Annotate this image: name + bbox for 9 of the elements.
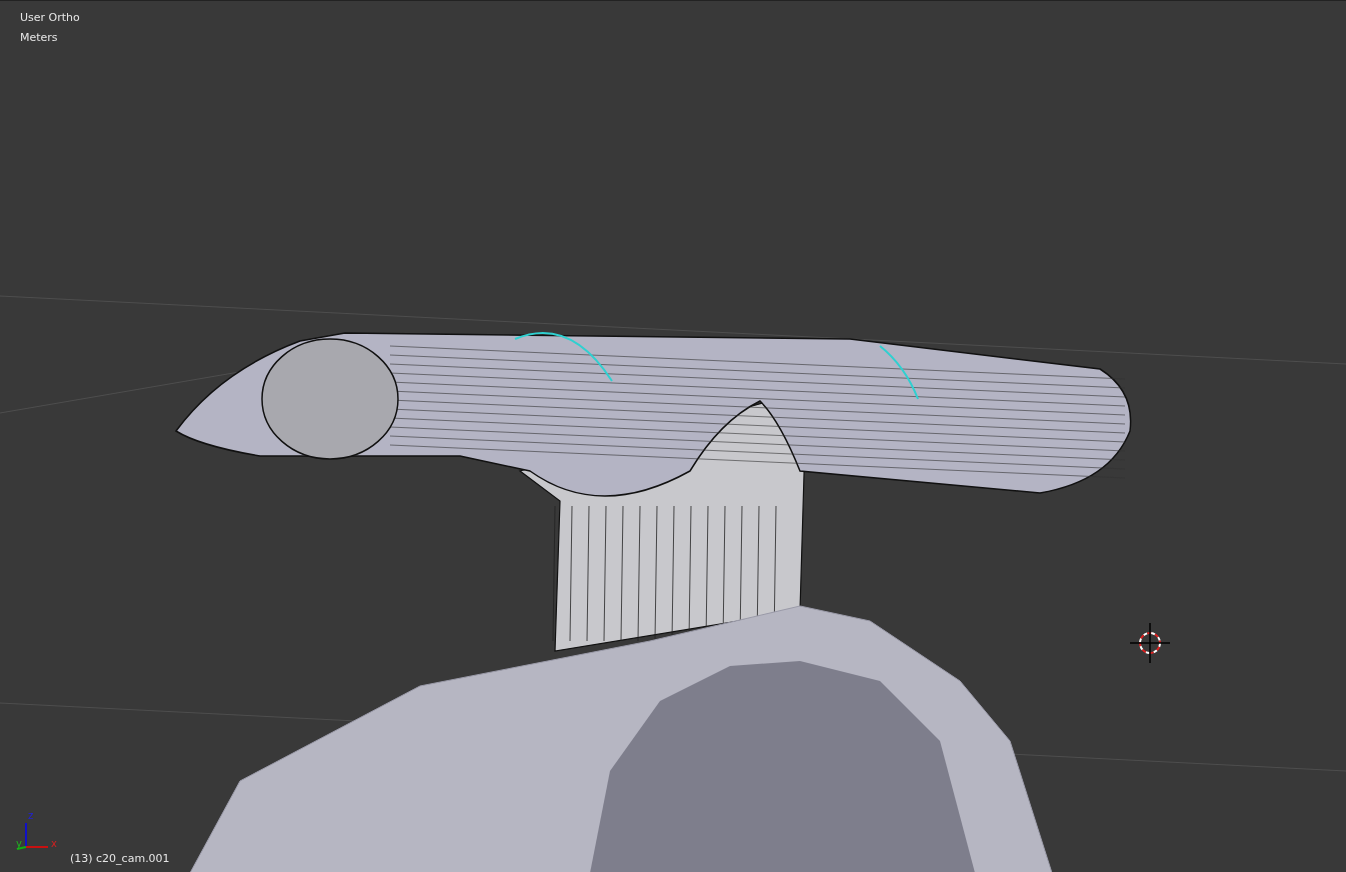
x-axis-label: x bbox=[51, 839, 57, 849]
units-label: Meters bbox=[20, 31, 59, 45]
active-object-label: (13) c20_cam.001 bbox=[70, 852, 170, 866]
axis-gizmo-icon bbox=[16, 822, 49, 850]
3d-viewport[interactable]: User Ortho Meters z y x (13) c20_cam.001 bbox=[0, 0, 1346, 872]
view-name-label: User Ortho bbox=[20, 11, 80, 25]
y-axis-label: y bbox=[16, 839, 22, 849]
z-axis-label: z bbox=[28, 811, 34, 821]
3d-cursor-icon bbox=[1129, 622, 1171, 664]
